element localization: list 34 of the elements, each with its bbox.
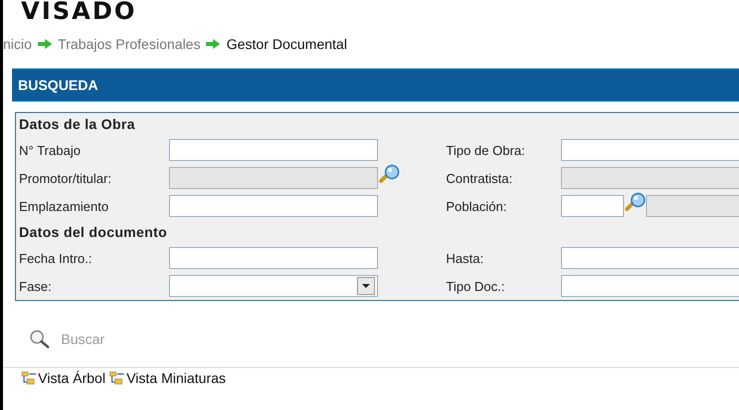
- text-field[interactable]: [561, 247, 739, 269]
- search-icon: [29, 329, 51, 349]
- text-field[interactable]: [561, 275, 739, 297]
- field-label: Fecha Intro.:: [19, 250, 93, 266]
- text-field[interactable]: [169, 247, 378, 269]
- search-icon[interactable]: [624, 192, 646, 212]
- field-label: N° Trabajo: [19, 142, 82, 158]
- folder-tree-icon: [109, 371, 126, 385]
- arrow-icon: [38, 39, 52, 49]
- field-label: Fase:: [19, 278, 53, 294]
- field-label: Tipo de Obra:: [445, 142, 526, 158]
- section-title: Datos del documento: [19, 223, 168, 241]
- field-label: Hasta:: [445, 250, 485, 266]
- view-link[interactable]: Vista Árbol: [21, 370, 106, 386]
- text-field[interactable]: [561, 195, 624, 217]
- view-link[interactable]: Vista Miniaturas: [109, 370, 226, 386]
- folder-tree-icon: [21, 371, 37, 385]
- field-label: Población:: [445, 198, 508, 214]
- caret-icon: [357, 277, 375, 295]
- panel-title: BUSQUEDA: [17, 77, 98, 93]
- text-field[interactable]: [169, 195, 378, 217]
- text-field[interactable]: [169, 139, 378, 161]
- breadcrumb-link[interactable]: Trabajos Profesionales: [58, 36, 200, 52]
- field-label: Contratista:: [445, 170, 514, 186]
- field-label: Promotor/titular:: [19, 170, 112, 186]
- field-label: Emplazamiento: [19, 198, 110, 214]
- logo: VISADO: [21, 0, 137, 26]
- section-title: Datos de la Obra: [19, 115, 136, 133]
- text-field[interactable]: [561, 139, 739, 161]
- field-label: Tipo Doc.:: [445, 278, 506, 294]
- dropdown-field[interactable]: [169, 275, 378, 297]
- arrow-icon: [206, 39, 220, 49]
- breadcrumb-link[interactable]: nicio: [3, 36, 32, 52]
- search-button[interactable]: Buscar: [29, 329, 105, 349]
